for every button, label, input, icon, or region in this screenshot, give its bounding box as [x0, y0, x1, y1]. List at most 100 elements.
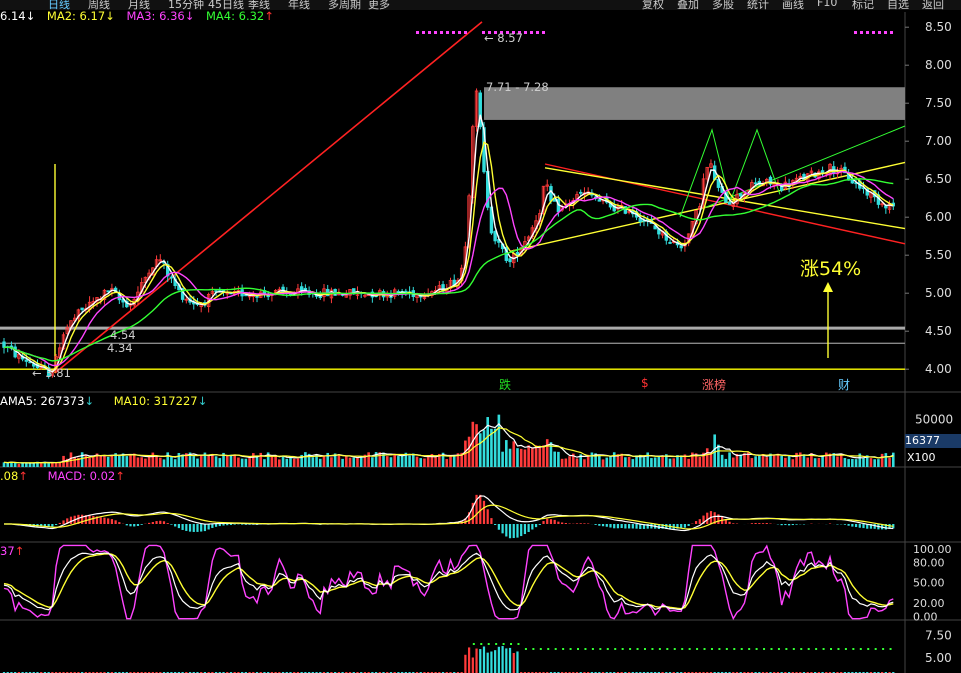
volume-bar-177: [661, 455, 664, 467]
indicator-bar-133: [497, 646, 500, 673]
candle-body-85: [318, 296, 322, 299]
candle-body-136: [508, 258, 512, 263]
volume-bar-73: [274, 456, 277, 467]
price-tick-label-2: 7.50: [925, 96, 952, 110]
volume-bar-150: [560, 458, 564, 467]
candle-body-202: [753, 182, 758, 185]
volume-bar-5: [21, 463, 24, 467]
volume-bar-176: [657, 455, 661, 467]
signal-dot: [866, 31, 869, 34]
event-marker-limit-up[interactable]: 涨榜: [702, 376, 734, 393]
volume-bar-47: [177, 453, 181, 467]
volume-bar-129: [482, 430, 486, 467]
indicator-dot: [822, 648, 825, 650]
indicator-tick-label-1: 5.00: [925, 651, 952, 665]
indicator-dot: [614, 648, 617, 650]
indicator-dot: [532, 648, 535, 650]
volume-bar-187: [698, 457, 702, 467]
candle-body-21: [80, 307, 84, 310]
volume-bar-216: [806, 457, 810, 467]
indicator-dot: [844, 648, 847, 650]
volume-bar-106: [397, 456, 400, 467]
volume-bar-137: [512, 441, 516, 467]
price-tick-label-7: 5.00: [925, 286, 952, 300]
volume-bar-226: [843, 458, 847, 467]
volume-bar-98: [367, 452, 370, 467]
volume-bar-58: [218, 458, 222, 467]
stock-chart[interactable]: 8.50 8.00 7.50 7.00 6.50 6.00 5.50 5.00 4.50 4.00…: [0, 0, 961, 673]
ma1-value: 6.14: [0, 9, 26, 23]
volume-bar-180: [672, 458, 676, 467]
indicator-dot: [658, 648, 661, 650]
volume-bar-172: [642, 457, 646, 467]
volume-bar-198: [739, 454, 743, 467]
indicator-dot: [733, 648, 736, 650]
price-tick-label-5: 6.00: [925, 210, 952, 224]
event-marker-finance[interactable]: 财: [838, 376, 858, 393]
volume-bar-61: [229, 454, 233, 467]
volume-bar-231: [862, 458, 865, 467]
volume-bar-141: [527, 445, 530, 467]
volume-bar-210: [784, 457, 787, 467]
indicator-dot: [807, 648, 810, 650]
volume-bar-55: [207, 454, 210, 467]
indicator-dot: [703, 648, 706, 650]
volume-bar-201: [750, 458, 754, 467]
signal-dot: [860, 31, 863, 34]
kdj-d-line: [3, 553, 894, 610]
signal-dot: [872, 31, 875, 34]
indicator-dot: [815, 648, 818, 650]
indicator-dot: [740, 648, 743, 650]
volume-bar-152: [568, 456, 571, 467]
indicator-dot: [636, 648, 639, 650]
volume-bar-78: [292, 458, 296, 467]
volume-bar-36: [136, 457, 140, 467]
candle-body-45: [169, 276, 174, 279]
event-marker-drop[interactable]: 跌: [499, 376, 519, 393]
volume-bar-4: [17, 464, 21, 467]
macd-legend: .08↑ MACD: 0.02↑: [0, 469, 125, 483]
indicator-dot: [651, 648, 654, 650]
volume-bar-112: [419, 458, 423, 467]
ma4-label: MA4:: [206, 9, 235, 23]
volume-bar-51: [192, 456, 196, 467]
candle-body-89: [333, 288, 337, 296]
macd-value: 0.02: [89, 469, 116, 483]
indicator-dot: [562, 648, 565, 650]
signal-dot: [464, 31, 467, 34]
volume-bar-203: [758, 455, 761, 467]
volume-bar-31: [118, 454, 121, 467]
candle-body-198: [739, 193, 743, 197]
volume-bar-37: [140, 457, 143, 467]
indicator-dot: [524, 648, 527, 650]
volume-bar-23: [88, 457, 91, 467]
volume-bar-75: [281, 455, 285, 467]
indicator-dot: [591, 648, 594, 650]
high-price-label: ← 8.57: [484, 31, 523, 45]
event-marker-dollar[interactable]: $: [641, 376, 657, 390]
volume-bar-161: [601, 459, 605, 467]
volume-bar-219: [817, 458, 821, 467]
candle-body-0: [2, 341, 6, 348]
indicator-dot: [852, 648, 855, 650]
indicator-bar-125: [467, 647, 471, 673]
volume-bar-162: [605, 457, 609, 467]
volume-bar-144: [538, 447, 542, 467]
ma3-value: 6.36: [159, 9, 185, 23]
volume-bar-182: [679, 455, 683, 467]
volume-bar-174: [650, 458, 653, 467]
indicator-dot: [480, 643, 483, 645]
indicator-bar-129: [482, 646, 486, 673]
candle-body-80: [299, 286, 304, 291]
volume-bar-163: [609, 456, 612, 467]
volume-bar-67: [251, 453, 255, 467]
candle-body-147: [549, 186, 553, 202]
indicator-dot: [681, 648, 684, 650]
volume-bar-110: [411, 453, 415, 467]
volume-bar-156: [583, 459, 586, 467]
indicator-dot: [830, 648, 833, 650]
volume-bar-0: [2, 462, 6, 467]
indicator-dot: [599, 648, 602, 650]
level-4-54-label: 4.54: [110, 328, 136, 342]
indicator-dot: [763, 648, 766, 650]
